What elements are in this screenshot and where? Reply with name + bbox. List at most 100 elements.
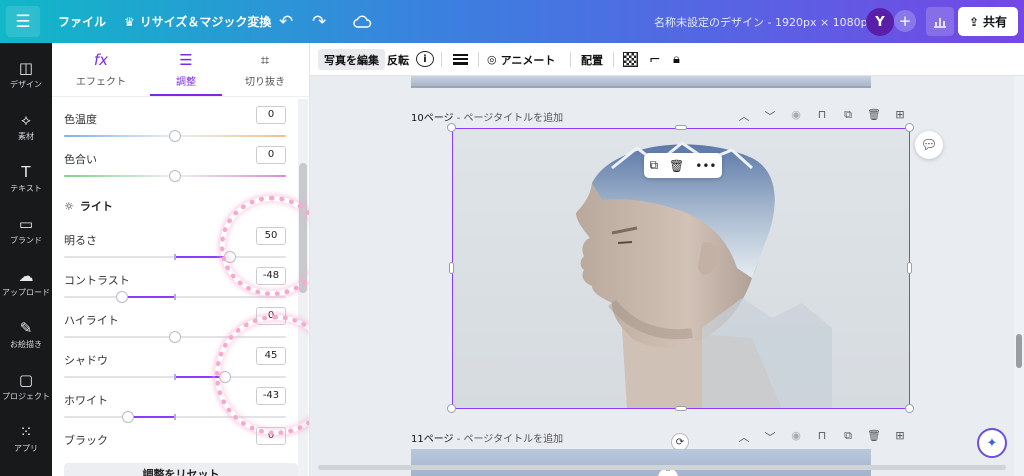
lock-icon[interactable]: ⊓	[814, 108, 830, 124]
slider-thumb[interactable]	[169, 331, 181, 343]
resize-handle-top-right[interactable]	[905, 123, 914, 132]
chevron-down-icon[interactable]: ﹀	[762, 429, 778, 445]
slider-row-temperature: 色温度 0	[64, 105, 286, 145]
duplicate-icon[interactable]: ⧉	[649, 158, 658, 173]
magic-sparkle-icon[interactable]: ✦	[977, 428, 1007, 458]
rail-item-projects[interactable]: ▢ プロジェクト	[0, 361, 52, 413]
elements-icon: ⟡	[21, 110, 31, 129]
slider-value-input[interactable]: 0	[256, 106, 286, 124]
reset-adjustments-button[interactable]: 調整をリセット	[64, 463, 298, 476]
rail-label: テキスト	[10, 183, 42, 193]
duplicate-page-icon[interactable]: ⧉	[840, 429, 856, 445]
resize-magic-menu[interactable]: ♛ リサイズ＆マジック変換	[124, 0, 271, 43]
redo-icon[interactable]: ↷	[312, 0, 326, 43]
horizontal-scrollbar-thumb[interactable]	[318, 465, 1006, 470]
rail-item-text[interactable]: T テキスト	[0, 153, 52, 205]
tab-crop[interactable]: ⌗ 切り抜き	[225, 43, 305, 95]
delete-page-icon[interactable]: 🗑︎	[866, 429, 882, 445]
avatar[interactable]: Y	[866, 8, 894, 36]
more-options-icon[interactable]: •••	[695, 159, 716, 173]
lock-icon[interactable]: ⊓	[814, 429, 830, 445]
tab-label: エフェクト	[76, 76, 126, 88]
slider-label: ブラック	[64, 434, 108, 447]
transparency-icon[interactable]	[623, 52, 638, 67]
share-label: 共有	[983, 15, 1008, 29]
page-title-placeholder: - ページタイトルを追加	[453, 113, 564, 124]
cloud-save-icon[interactable]	[352, 0, 372, 43]
add-collaborator-icon[interactable]: +	[894, 10, 916, 32]
resize-handle-bottom-left[interactable]	[447, 404, 456, 413]
canvas-scrollbar-thumb[interactable]	[1016, 334, 1022, 368]
undo-icon[interactable]: ↶	[279, 0, 293, 43]
rail-item-draw[interactable]: ✎ お絵描き	[0, 309, 52, 361]
sun-icon: ☼	[64, 199, 74, 213]
animate-button[interactable]: ◎ アニメート	[487, 49, 555, 70]
slider-center-mark	[174, 254, 176, 260]
slider-track[interactable]	[64, 130, 286, 142]
resize-label: リサイズ＆マジック変換	[139, 15, 272, 29]
rail-item-upload[interactable]: ☁ アップロード	[0, 257, 52, 309]
rail-item-apps[interactable]: ⁙ アプリ	[0, 413, 52, 465]
divider	[52, 96, 309, 97]
hide-eye-icon[interactable]: ◉	[788, 108, 804, 124]
document-title[interactable]: 名称未設定のデザイン - 1920px × 1080px	[654, 0, 874, 43]
share-button[interactable]: ⇪ 共有	[958, 7, 1018, 36]
draw-icon: ✎	[19, 318, 33, 337]
resize-handle-top-left[interactable]	[447, 123, 456, 132]
flip-button[interactable]: 反転	[387, 49, 409, 70]
floating-element-toolbar: ⧉ 🗑︎ •••	[644, 153, 722, 178]
slider-label: ハイライト	[64, 314, 119, 327]
hide-eye-icon[interactable]: ◉	[788, 429, 804, 445]
slider-track[interactable]	[64, 170, 286, 182]
crown-icon: ♛	[124, 14, 135, 29]
menu-icon[interactable]: ☰	[6, 6, 40, 37]
slider-center-mark	[174, 294, 176, 300]
position-button[interactable]: 配置	[581, 49, 603, 70]
chevron-up-icon[interactable]: ︿	[736, 108, 752, 124]
rail-item-brand[interactable]: ▭ ブランド	[0, 205, 52, 257]
slider-thumb[interactable]	[169, 130, 181, 142]
resize-handle-top[interactable]	[675, 125, 687, 130]
folder-icon: ▢	[18, 370, 34, 389]
light-section-heading: ☼ ライト	[64, 198, 113, 214]
resize-handle-bottom[interactable]	[675, 406, 687, 411]
duplicate-page-icon[interactable]: ⧉	[840, 108, 856, 124]
slider-value-input[interactable]: 0	[256, 146, 286, 164]
upload-icon: ☁	[18, 266, 34, 285]
tab-adjust[interactable]: ☰ 調整	[146, 43, 226, 95]
tab-effects[interactable]: fx エフェクト	[61, 43, 141, 95]
delete-icon[interactable]: 🗑︎	[669, 159, 684, 173]
lock-icon[interactable]: 🔒︎	[673, 49, 680, 70]
add-comment-icon[interactable]: 💬︎	[915, 131, 943, 159]
rail-item-design[interactable]: ◫ デザイン	[0, 49, 52, 101]
canvas-scrollbar[interactable]	[1014, 76, 1024, 476]
rail-label: お絵描き	[10, 339, 42, 349]
paint-roller-icon[interactable]: ⌐	[649, 49, 661, 70]
resize-handle-bottom-right[interactable]	[905, 404, 914, 413]
resize-handle-right[interactable]	[907, 262, 912, 274]
animate-icon: ◎	[487, 53, 497, 66]
previous-page-thumbnail[interactable]	[411, 76, 871, 88]
edit-photo-button[interactable]: 写真を編集	[318, 49, 385, 70]
file-menu[interactable]: ファイル	[58, 0, 106, 43]
add-page-icon[interactable]: ⊞	[892, 429, 908, 445]
tab-label: 切り抜き	[245, 76, 285, 88]
slider-track[interactable]	[64, 291, 286, 303]
border-style-icon[interactable]	[453, 49, 468, 70]
stats-icon[interactable]	[926, 7, 954, 36]
horizontal-scrollbar[interactable]	[312, 463, 1012, 472]
page-label[interactable]: 11ページ - ページタイトルを追加	[411, 430, 563, 445]
delete-page-icon[interactable]: 🗑︎	[866, 108, 882, 124]
rail-label: 素材	[18, 131, 34, 141]
chevron-down-icon[interactable]: ﹀	[762, 108, 778, 124]
slider-thumb[interactable]	[169, 170, 181, 182]
resize-handle-left[interactable]	[449, 262, 454, 274]
info-icon[interactable]: i	[416, 51, 434, 67]
slider-thumb[interactable]	[122, 411, 134, 423]
page-label[interactable]: 10ページ - ページタイトルを追加	[411, 109, 563, 124]
chevron-up-icon[interactable]: ︿	[736, 429, 752, 445]
brand-icon: ▭	[18, 214, 34, 233]
rail-item-elements[interactable]: ⟡ 素材	[0, 101, 52, 153]
slider-thumb[interactable]	[116, 291, 128, 303]
add-page-icon[interactable]: ⊞	[892, 108, 908, 124]
